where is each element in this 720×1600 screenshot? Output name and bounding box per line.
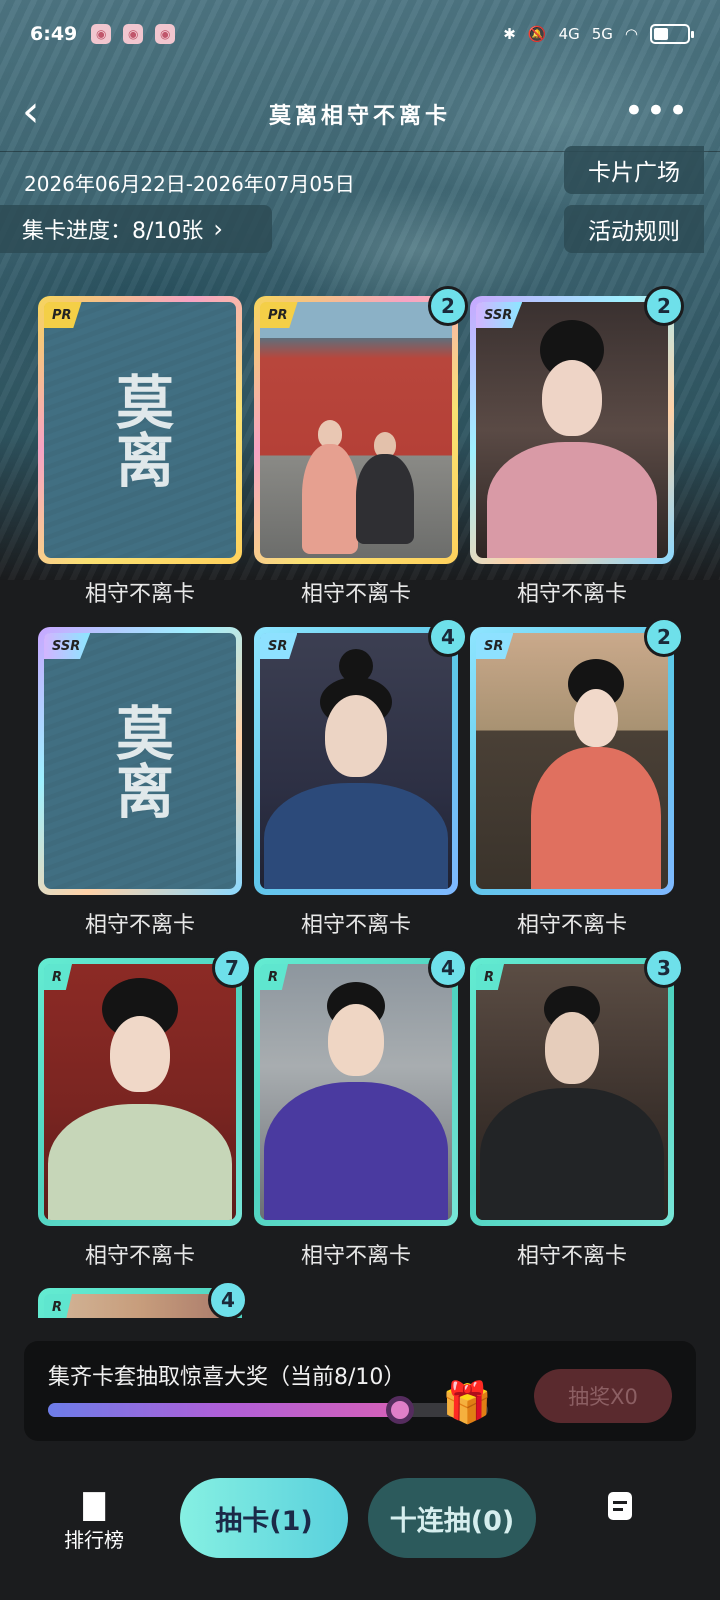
leaderboard-label: 排行榜 [64, 1528, 124, 1552]
ten-draw-button[interactable]: 十连抽(0) [368, 1478, 536, 1558]
card-art [476, 302, 668, 558]
status-time: 6:49 [30, 23, 78, 45]
card-count-badge: 4 [428, 617, 468, 657]
card-name: 相守不离卡 [84, 582, 195, 607]
app-notification-icon: ◉ [155, 24, 176, 44]
signal-5g-icon: 5G [591, 25, 613, 43]
chevron-right-icon: › [213, 215, 224, 243]
card-count-badge: 4 [208, 1280, 248, 1320]
figure-body [264, 1082, 448, 1220]
record-icon[interactable] [608, 1492, 632, 1520]
figure-body [302, 444, 358, 554]
app-notification-icon: ◉ [123, 24, 144, 44]
card-item[interactable]: SR 4 相守不离卡 [254, 617, 468, 938]
card-name: 相守不离卡 [300, 582, 411, 607]
collection-progress-button[interactable]: 集卡进度：8/10张 › [0, 205, 272, 253]
card-name: 相守不离卡 [300, 1244, 411, 1269]
card-name: 相守不离卡 [300, 913, 411, 938]
card-item[interactable]: R 4 相守不离卡 [254, 948, 468, 1269]
draw-card-button[interactable]: 抽卡(1) [180, 1478, 348, 1558]
card-frame[interactable]: PR 莫离 [38, 296, 242, 564]
page-title: 莫离相守不离卡 [268, 102, 451, 129]
figure-body [48, 1104, 232, 1220]
app-notification-icon: ◉ [91, 24, 112, 44]
drama-logo: 莫离 [106, 703, 174, 819]
bottom-action-bar: ▇ 排行榜 抽卡(1) 十连抽(0) [0, 1470, 720, 1600]
card-item[interactable]: SSR 莫离 相守不离卡 [38, 627, 242, 938]
card-item[interactable]: R 3 相守不离卡 [470, 948, 684, 1269]
signal-4g-icon: 4G [558, 25, 580, 43]
card-name: 相守不离卡 [516, 913, 627, 938]
card-count-badge: 7 [212, 948, 252, 988]
card-art [260, 302, 452, 558]
card-art [476, 964, 668, 1220]
drama-logo: 莫离 [106, 372, 174, 488]
card-item[interactable]: SR 2 相守不离卡 [470, 617, 684, 938]
card-item[interactable]: R 7 相守不离卡 [38, 948, 252, 1269]
card-frame[interactable]: R 3 [470, 948, 684, 1226]
card-count-badge: 4 [428, 948, 468, 988]
card-square-button[interactable]: 卡片广场 [564, 146, 704, 194]
card-frame[interactable]: SR 4 [254, 617, 468, 895]
card-frame[interactable]: SSR 2 [470, 286, 684, 564]
card-frame[interactable]: PR 2 [254, 286, 468, 564]
card-frame[interactable]: SR 2 [470, 617, 684, 895]
card-count-badge: 3 [644, 948, 684, 988]
gift-box-icon[interactable]: 🎁 [442, 1381, 492, 1425]
figure-body [531, 747, 661, 889]
mute-icon: 🔕 [527, 25, 547, 43]
card-art [476, 633, 668, 889]
figure-body [487, 442, 657, 558]
figure-head [110, 1016, 170, 1092]
card-name: 相守不离卡 [84, 1244, 195, 1269]
card-name: 相守不离卡 [516, 1244, 627, 1269]
figure-head [328, 1004, 384, 1076]
card-name: 相守不离卡 [84, 913, 195, 938]
more-button[interactable]: ••• [624, 94, 690, 128]
card-art: 莫离 [44, 633, 236, 889]
date-range: 2026年06月22日-2026年07月05日 [24, 172, 355, 196]
reward-progress-bar [48, 1396, 488, 1424]
figure-body [356, 454, 414, 544]
figure-head [574, 689, 618, 747]
activity-rules-button[interactable]: 活动规则 [564, 205, 704, 253]
leaderboard-icon: ▇ [83, 1488, 105, 1521]
card-item[interactable]: PR 莫离 相守不离卡 [38, 296, 242, 607]
reward-progress-knob [386, 1396, 414, 1424]
card-art [44, 964, 236, 1220]
card-art [260, 964, 452, 1220]
back-button[interactable]: ‹ [22, 90, 68, 136]
figure-body [264, 783, 448, 889]
leaderboard-button[interactable]: ▇ 排行榜 [54, 1490, 134, 1553]
card-art [260, 633, 452, 889]
wifi-icon: ◠ [624, 25, 638, 43]
card-name: 相守不离卡 [516, 582, 627, 607]
card-item[interactable]: PR 2 相守不离卡 [254, 286, 468, 607]
card-count-badge: 2 [428, 286, 468, 326]
figure-head [325, 695, 387, 777]
card-frame[interactable]: SSR 莫离 [38, 627, 242, 895]
page-header: ‹ 莫离相守不离卡 ••• [0, 76, 720, 152]
lottery-button[interactable]: 抽奖X0 [534, 1369, 672, 1423]
notification-icons: ◉ ◉ ◉ [91, 24, 176, 44]
battery-icon [650, 24, 694, 44]
collection-progress-label: 集卡进度：8/10张 [22, 219, 204, 244]
system-indicators: ✱ 🔕 4G 5G ◠ [503, 24, 694, 44]
figure-head [545, 1012, 599, 1084]
bluetooth-icon: ✱ [503, 25, 516, 43]
card-item[interactable]: SSR 2 相守不离卡 [470, 286, 684, 607]
card-frame[interactable]: R 4 [254, 948, 468, 1226]
reward-panel: 集齐卡套抽取惊喜大奖（当前8/10） 🎁 抽奖X0 [24, 1341, 696, 1441]
card-frame[interactable]: R 7 [38, 948, 252, 1226]
card-count-badge: 2 [644, 617, 684, 657]
card-count-badge: 2 [644, 286, 684, 326]
figure-body [480, 1088, 664, 1220]
figure-head [542, 360, 602, 436]
status-bar: 6:49 ◉ ◉ ◉ ✱ 🔕 4G 5G ◠ [0, 0, 720, 68]
reward-progress-text: 集齐卡套抽取惊喜大奖（当前8/10） [48, 1365, 406, 1390]
reward-progress-fill [48, 1403, 400, 1417]
card-art: 莫离 [44, 302, 236, 558]
